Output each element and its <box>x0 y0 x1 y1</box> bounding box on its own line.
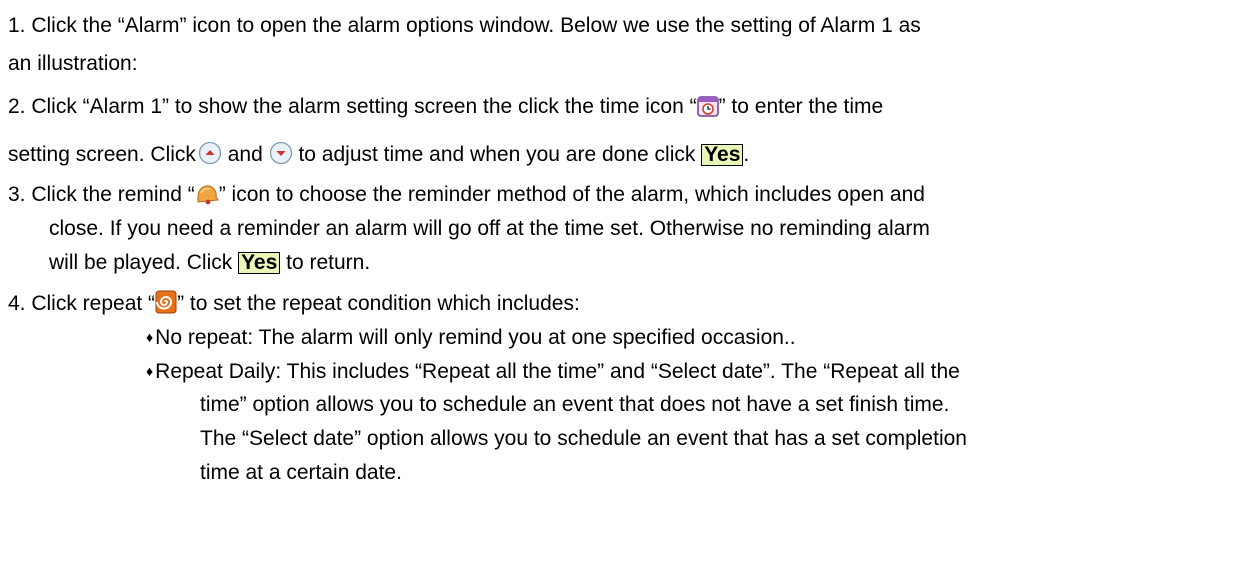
step4-line1-text-a: 4. Click repeat “ <box>8 292 156 315</box>
step1-line2: an illustration: <box>8 52 138 75</box>
step3-line1-text-b: ” icon to choose the reminder method of … <box>218 183 925 206</box>
bullet-repeat-daily-text: Repeat Daily: This includes “Repeat all … <box>155 360 960 383</box>
down-arrow-button-icon <box>269 141 293 171</box>
step1-line1: 1. Click the “Alarm” icon to open the al… <box>8 14 921 37</box>
step2-line2: setting screen. Click and to adjust time… <box>8 141 749 171</box>
repeat-spiral-icon <box>155 290 177 320</box>
step3-line3-text-b: to return. <box>280 251 371 274</box>
step2-line1-text-a: 2. Click “Alarm 1” to show the alarm set… <box>8 95 697 118</box>
step3-line2: close. If you need a reminder an alarm w… <box>49 217 930 240</box>
diamond-bullet-icon: ♦ <box>146 363 154 379</box>
bullet-no-repeat: ♦No repeat: The alarm will only remind y… <box>146 325 796 350</box>
yes-button-label: Yes <box>238 252 281 274</box>
step2-line1-text-b: ” to enter the time <box>718 95 884 118</box>
bullet-repeat-daily-line2: time” option allows you to schedule an e… <box>200 393 950 416</box>
step3-line3-text-a: will be played. Click <box>49 251 239 274</box>
step3-line3: will be played. Click Yes to return. <box>49 251 370 275</box>
bullet-repeat-daily: ♦Repeat Daily: This includes “Repeat all… <box>146 359 960 384</box>
yes-button-label: Yes <box>701 144 744 166</box>
bell-icon <box>195 183 219 211</box>
step2-line2-text-a: setting screen. Click <box>8 143 196 166</box>
step2-line2-text-b: and <box>221 143 269 166</box>
bullet-repeat-daily-line4: time at a certain date. <box>200 461 402 484</box>
bullet-repeat-daily-line3: The “Select date” option allows you to s… <box>200 427 967 450</box>
step2-line2-text-d: . <box>743 143 750 166</box>
step3-line1: 3. Click the remind “ ” icon to choose th… <box>8 183 925 211</box>
step3-line1-text-a: 3. Click the remind “ <box>8 183 195 206</box>
step2-line1: 2. Click “Alarm 1” to show the alarm set… <box>8 95 883 123</box>
bullet-no-repeat-text: No repeat: The alarm will only remind yo… <box>155 326 796 349</box>
up-arrow-button-icon <box>198 141 222 171</box>
diamond-bullet-icon: ♦ <box>146 329 154 345</box>
clock-calendar-icon <box>696 95 719 123</box>
step2-line2-text-c: to adjust time and when you are done cli… <box>292 143 702 166</box>
step4-line1: 4. Click repeat “ ” to set the repeat con… <box>8 290 580 320</box>
step4-line1-text-b: ” to set the repeat condition which incl… <box>177 292 580 315</box>
